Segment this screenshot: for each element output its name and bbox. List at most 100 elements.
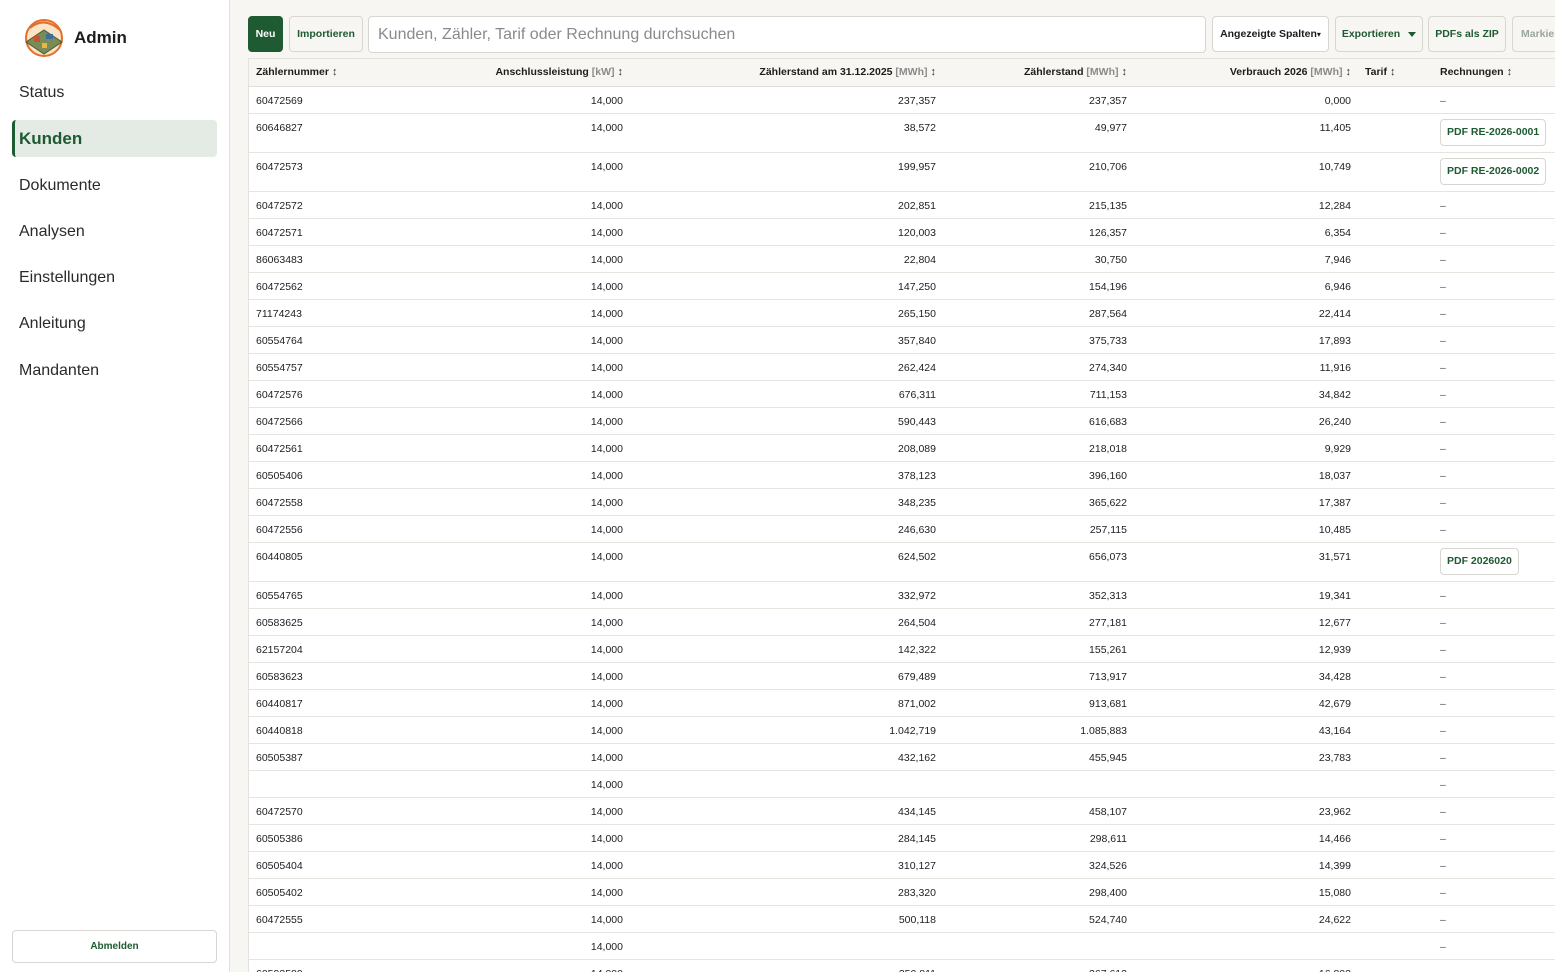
cell-reading-prev: [630, 932, 943, 960]
cell-power: 14,000: [379, 515, 630, 543]
table-row[interactable]: 60583625 14,000 264,504 277,181 12,677 –: [249, 608, 1555, 636]
cell-tariff: [1358, 581, 1433, 609]
sort-icon[interactable]: ↕: [1346, 66, 1352, 78]
cell-reading-prev: 22,804: [630, 245, 943, 273]
table-row[interactable]: 60554765 14,000 332,972 352,313 19,341 –: [249, 581, 1555, 609]
new-button[interactable]: Neu: [248, 16, 283, 52]
cell-reading: 1.085,883: [943, 716, 1134, 744]
cell-tariff: [1358, 770, 1433, 798]
cell-invoice: –: [1433, 353, 1555, 381]
column-header[interactable]: Zählerstand am 31.12.2025 [MWh] ↕: [630, 59, 943, 87]
sidebar-item-dokumente[interactable]: Dokumente: [12, 167, 217, 204]
cell-invoice: –: [1433, 824, 1555, 852]
table-row[interactable]: 60440818 14,000 1.042,719 1.085,883 43,164 –: [249, 716, 1555, 744]
cell-tariff: [1358, 851, 1433, 879]
table-row[interactable]: 86063483 14,000 22,804 30,750 7,946 –: [249, 245, 1555, 273]
cell-meter: 60583625: [249, 608, 379, 636]
column-header[interactable]: Zählernummer ↕: [249, 59, 379, 87]
sort-icon[interactable]: ↕: [1122, 66, 1128, 78]
table-row[interactable]: 60472561 14,000 208,089 218,018 9,929 –: [249, 434, 1555, 462]
table-row[interactable]: 60472572 14,000 202,851 215,135 12,284 –: [249, 191, 1555, 219]
table-row[interactable]: 60505386 14,000 284,145 298,611 14,466 –: [249, 824, 1555, 852]
column-header[interactable]: Verbrauch 2026 [MWh] ↕: [1134, 59, 1358, 87]
cell-meter: 60440817: [249, 689, 379, 717]
table-row[interactable]: 60472571 14,000 120,003 126,357 6,354 –: [249, 218, 1555, 246]
cell-consumption: [1134, 932, 1358, 960]
cell-tariff: [1358, 542, 1433, 582]
sidebar-item-einstellungen[interactable]: Einstellungen: [12, 259, 217, 296]
sidebar-item-anleitung[interactable]: Anleitung: [12, 305, 217, 342]
import-button[interactable]: Importieren: [289, 16, 363, 52]
table-row[interactable]: 60440805 14,000 624,502 656,073 31,571 PDF 20…: [249, 542, 1555, 582]
cell-invoice: –: [1433, 407, 1555, 435]
table-row[interactable]: 60472573 14,000 199,957 210,706 10,749 PDF RE…: [249, 152, 1555, 192]
brand: Admin: [22, 18, 127, 58]
cell-reading: 458,107: [943, 797, 1134, 825]
table-row[interactable]: 60472556 14,000 246,630 257,115 10,485 –: [249, 515, 1555, 543]
column-unit: [MWh]: [895, 66, 928, 79]
column-header[interactable]: Tarif ↕: [1358, 59, 1433, 87]
column-header[interactable]: Zählerstand [MWh] ↕: [943, 59, 1134, 87]
search-input[interactable]: [368, 16, 1206, 53]
cell-reading-prev: 624,502: [630, 542, 943, 582]
sort-icon[interactable]: ↕: [1507, 66, 1513, 78]
sidebar-item-status[interactable]: Status: [12, 74, 217, 111]
table-row[interactable]: 60505387 14,000 432,162 455,945 23,783 –: [249, 743, 1555, 771]
sort-icon[interactable]: ↕: [618, 66, 624, 78]
table-row[interactable]: 60554757 14,000 262,424 274,340 11,916 –: [249, 353, 1555, 381]
columns-select[interactable]: Angezeigte Spalten▾: [1212, 16, 1329, 52]
table-row[interactable]: 60583623 14,000 679,489 713,917 34,428 –: [249, 662, 1555, 690]
sidebar-item-kunden[interactable]: Kunden: [12, 120, 217, 158]
column-header[interactable]: Anschlussleistung [kW] ↕: [379, 59, 630, 87]
table-row[interactable]: 60472562 14,000 147,250 154,196 6,946 –: [249, 272, 1555, 300]
sort-icon[interactable]: ↕: [1390, 66, 1396, 78]
cell-meter: 60505406: [249, 461, 379, 489]
invoice-pdf-button[interactable]: PDF 2026020: [1440, 547, 1519, 575]
columns-select-label: Angezeigte Spalten: [1220, 28, 1317, 40]
cell-meter: 60472561: [249, 434, 379, 462]
sidebar-item-analysen[interactable]: Analysen: [12, 213, 217, 250]
column-header[interactable]: Rechnungen ↕: [1433, 59, 1555, 87]
mark-button[interactable]: Markie: [1512, 16, 1555, 52]
table-row[interactable]: 60505402 14,000 283,320 298,400 15,080 –: [249, 878, 1555, 906]
sort-icon[interactable]: ↕: [332, 66, 338, 78]
cell-meter: [249, 770, 379, 798]
cell-consumption: 34,428: [1134, 662, 1358, 690]
logout-button[interactable]: Abmelden: [12, 930, 217, 963]
invoice-pdf-button[interactable]: PDF RE-2026-0002: [1440, 157, 1547, 185]
export-button[interactable]: Exportieren: [1335, 16, 1423, 52]
column-header-label: Zählernummer: [256, 66, 329, 79]
table-row[interactable]: 62157204 14,000 142,322 155,261 12,939 –: [249, 635, 1555, 663]
cell-tariff: [1358, 113, 1433, 153]
table-row[interactable]: 60505404 14,000 310,127 324,526 14,399 –: [249, 851, 1555, 879]
cell-invoice: –: [1433, 299, 1555, 327]
table-row[interactable]: 60472570 14,000 434,145 458,107 23,962 –: [249, 797, 1555, 825]
table-row[interactable]: 60646827 14,000 38,572 49,977 11,405 PDF RE-2…: [249, 113, 1555, 153]
cell-reading-prev: 432,162: [630, 743, 943, 771]
sort-icon[interactable]: ↕: [931, 66, 937, 78]
cell-tariff: [1358, 716, 1433, 744]
table-row[interactable]: 60472555 14,000 500,118 524,740 24,622 –: [249, 905, 1555, 933]
table-row[interactable]: 60472576 14,000 676,311 711,153 34,842 –: [249, 380, 1555, 408]
sidebar-item-mandanten[interactable]: Mandanten: [12, 352, 217, 389]
cell-reading: 455,945: [943, 743, 1134, 771]
cell-power: 14,000: [379, 191, 630, 219]
table-row[interactable]: 60505406 14,000 378,123 396,160 18,037 –: [249, 461, 1555, 489]
table-row[interactable]: 14,000 –: [249, 770, 1555, 798]
column-header-label: Zählerstand am 31.12.2025: [759, 66, 893, 79]
table-row[interactable]: 60440817 14,000 871,002 913,681 42,679 –: [249, 689, 1555, 717]
cell-consumption: 19,341: [1134, 581, 1358, 609]
table-row[interactable]: 6059358914,000350,811367,61316,802 –: [249, 959, 1555, 972]
invoice-pdf-button[interactable]: PDF RE-2026-0001: [1440, 118, 1547, 146]
table-row[interactable]: 60554764 14,000 357,840 375,733 17,893 –: [249, 326, 1555, 354]
table-row[interactable]: 60472569 14,000 237,357 237,357 0,000–: [249, 86, 1555, 114]
column-header-label: Zählerstand: [1023, 66, 1084, 79]
cell-consumption: 12,677: [1134, 608, 1358, 636]
table-row[interactable]: 60472566 14,000 590,443 616,683 26,240 –: [249, 407, 1555, 435]
table-row[interactable]: 14,000 –: [249, 932, 1555, 960]
table-row[interactable]: 60472558 14,000 348,235 365,622 17,387 –: [249, 488, 1555, 516]
table-row[interactable]: 71174243 14,000 265,150 287,564 22,414 –: [249, 299, 1555, 327]
cell-reading-prev: 676,311: [630, 380, 943, 408]
cell-tariff: [1358, 461, 1433, 489]
pdf-zip-button[interactable]: PDFs als ZIP: [1428, 16, 1506, 52]
